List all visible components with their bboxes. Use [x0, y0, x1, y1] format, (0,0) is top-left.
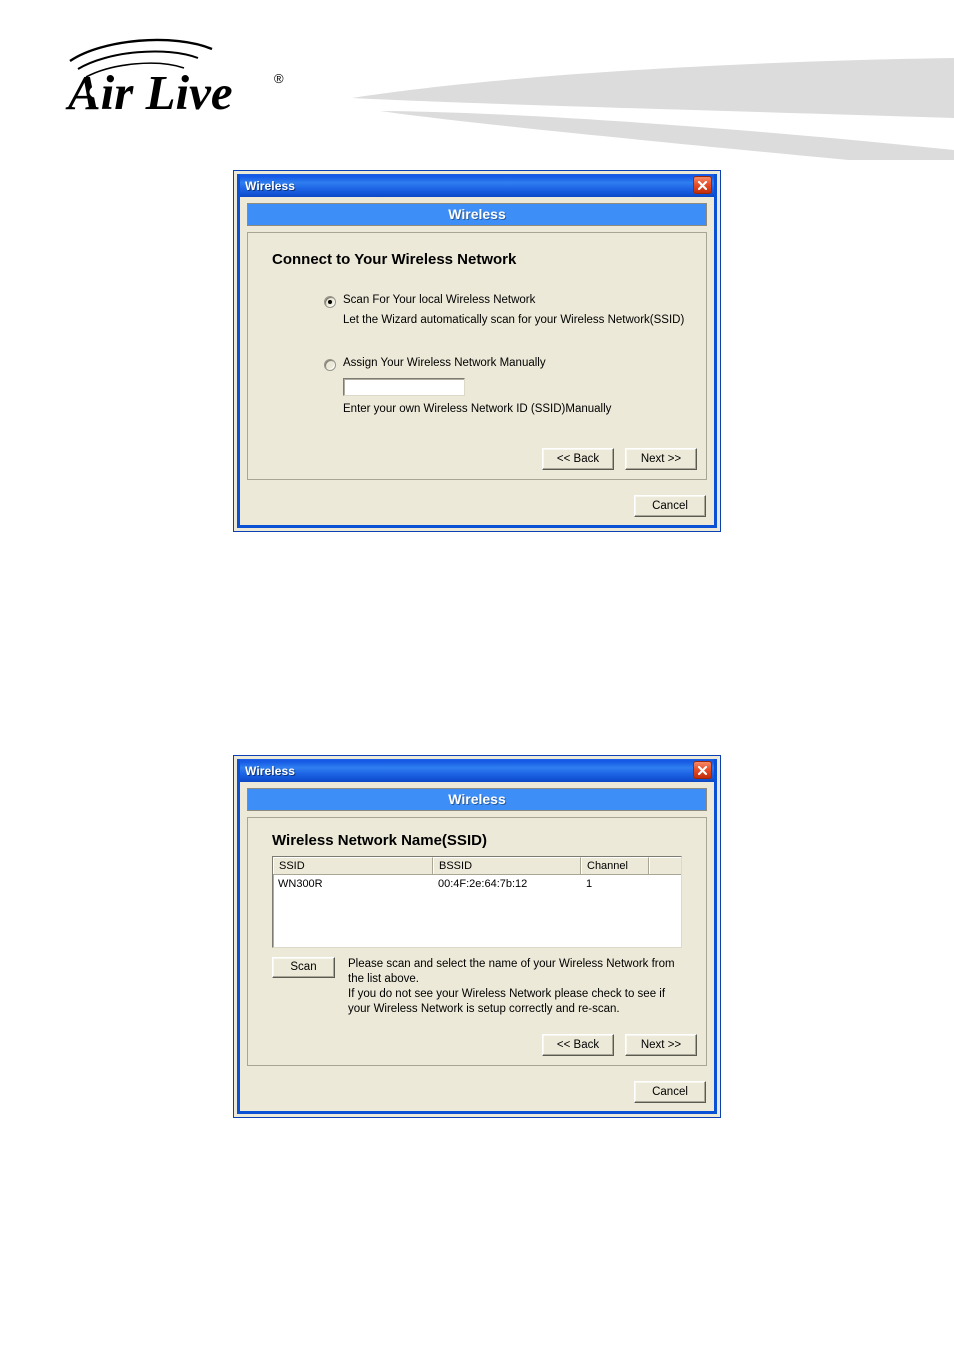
- airlive-logo: Air Live ®: [65, 38, 284, 113]
- assign-manual-description: Enter your own Wireless Network ID (SSID…: [343, 403, 612, 415]
- radio-assign-manual-label: Assign Your Wireless Network Manually: [343, 357, 546, 369]
- radio-option-assign-manual[interactable]: Assign Your Wireless Network Manually: [324, 357, 706, 371]
- dialog-frame: Wireless Wireless Connect to Your Wirele…: [237, 174, 717, 528]
- dialog-titlebar[interactable]: Wireless: [240, 759, 714, 782]
- next-button[interactable]: Next >>: [625, 1034, 697, 1056]
- column-header-bssid[interactable]: BSSID: [433, 857, 581, 874]
- close-icon[interactable]: [693, 761, 712, 779]
- cancel-button[interactable]: Cancel: [634, 495, 706, 517]
- column-header-ssid[interactable]: SSID: [273, 857, 433, 874]
- radio-option-scan-local[interactable]: Scan For Your local Wireless Network: [324, 294, 706, 308]
- scan-instruction-line-4: your Wireless Network is setup correctly…: [348, 1003, 620, 1015]
- cancel-button[interactable]: Cancel: [634, 1081, 706, 1103]
- dialog-client-area: Wireless Connect to Your Wireless Networ…: [240, 197, 714, 525]
- scan-instruction-line-3: If you do not see your Wireless Network …: [348, 988, 666, 1000]
- dialog-frame: Wireless Wireless Wireless Network Name(…: [237, 759, 717, 1114]
- dialog-client-area: Wireless Wireless Network Name(SSID) SSI…: [240, 782, 714, 1111]
- wireless-banner: Wireless: [247, 788, 707, 811]
- column-header-blank[interactable]: [649, 857, 681, 874]
- svg-text:®: ®: [274, 71, 284, 86]
- dialog-title: Wireless: [245, 178, 296, 193]
- wireless-banner: Wireless: [247, 203, 707, 226]
- back-button[interactable]: << Back: [542, 448, 614, 470]
- ssid-input[interactable]: [343, 378, 465, 396]
- ssid-listview[interactable]: SSID BSSID Channel WN300R 00:4F:2e:64:7b…: [272, 856, 682, 948]
- listview-header-row: SSID BSSID Channel: [273, 857, 681, 875]
- ssid-list-panel: Wireless Network Name(SSID) SSID BSSID C…: [247, 817, 707, 1066]
- next-button[interactable]: Next >>: [625, 448, 697, 470]
- cell-channel: 1: [586, 877, 593, 890]
- radio-scan-local-label: Scan For Your local Wireless Network: [343, 294, 536, 306]
- dialog-nav-buttons: << Back Next >>: [542, 1034, 697, 1056]
- scan-instruction-line-2: the list above.: [348, 973, 419, 985]
- dialog-titlebar[interactable]: Wireless: [240, 174, 714, 197]
- scan-area: Scan Please scan and select the name of …: [272, 957, 706, 1017]
- cell-ssid: WN300R: [278, 877, 323, 890]
- cell-bssid: 00:4F:2e:64:7b:12: [438, 877, 528, 890]
- dialog-nav-buttons: << Back Next >>: [542, 448, 697, 470]
- radio-assign-manual-indicator[interactable]: [324, 359, 336, 371]
- scan-button[interactable]: Scan: [272, 957, 335, 978]
- page-title: Connect to Your Wireless Network: [272, 251, 517, 268]
- connect-options-panel: Connect to Your Wireless Network Scan Fo…: [247, 232, 707, 480]
- table-row[interactable]: WN300R 00:4F:2e:64:7b:12 1: [273, 875, 681, 892]
- scan-instructions: Please scan and select the name of your …: [348, 957, 675, 1017]
- svg-text:Air Live: Air Live: [65, 65, 233, 113]
- page-header: Air Live ®: [0, 0, 954, 160]
- scan-local-description: Let the Wizard automatically scan for yo…: [343, 314, 685, 326]
- cancel-button-row: Cancel: [634, 1081, 706, 1103]
- wireless-connect-dialog[interactable]: Wireless Wireless Connect to Your Wirele…: [233, 170, 721, 532]
- scan-instruction-line-1: Please scan and select the name of your …: [348, 958, 675, 970]
- close-icon[interactable]: [693, 176, 712, 194]
- column-header-channel[interactable]: Channel: [581, 857, 649, 874]
- wireless-scan-dialog[interactable]: Wireless Wireless Wireless Network Name(…: [233, 755, 721, 1118]
- radio-scan-local-indicator[interactable]: [324, 296, 336, 308]
- back-button[interactable]: << Back: [542, 1034, 614, 1056]
- page-title: Wireless Network Name(SSID): [272, 832, 487, 849]
- dialog-title: Wireless: [245, 763, 296, 778]
- cancel-button-row: Cancel: [634, 495, 706, 517]
